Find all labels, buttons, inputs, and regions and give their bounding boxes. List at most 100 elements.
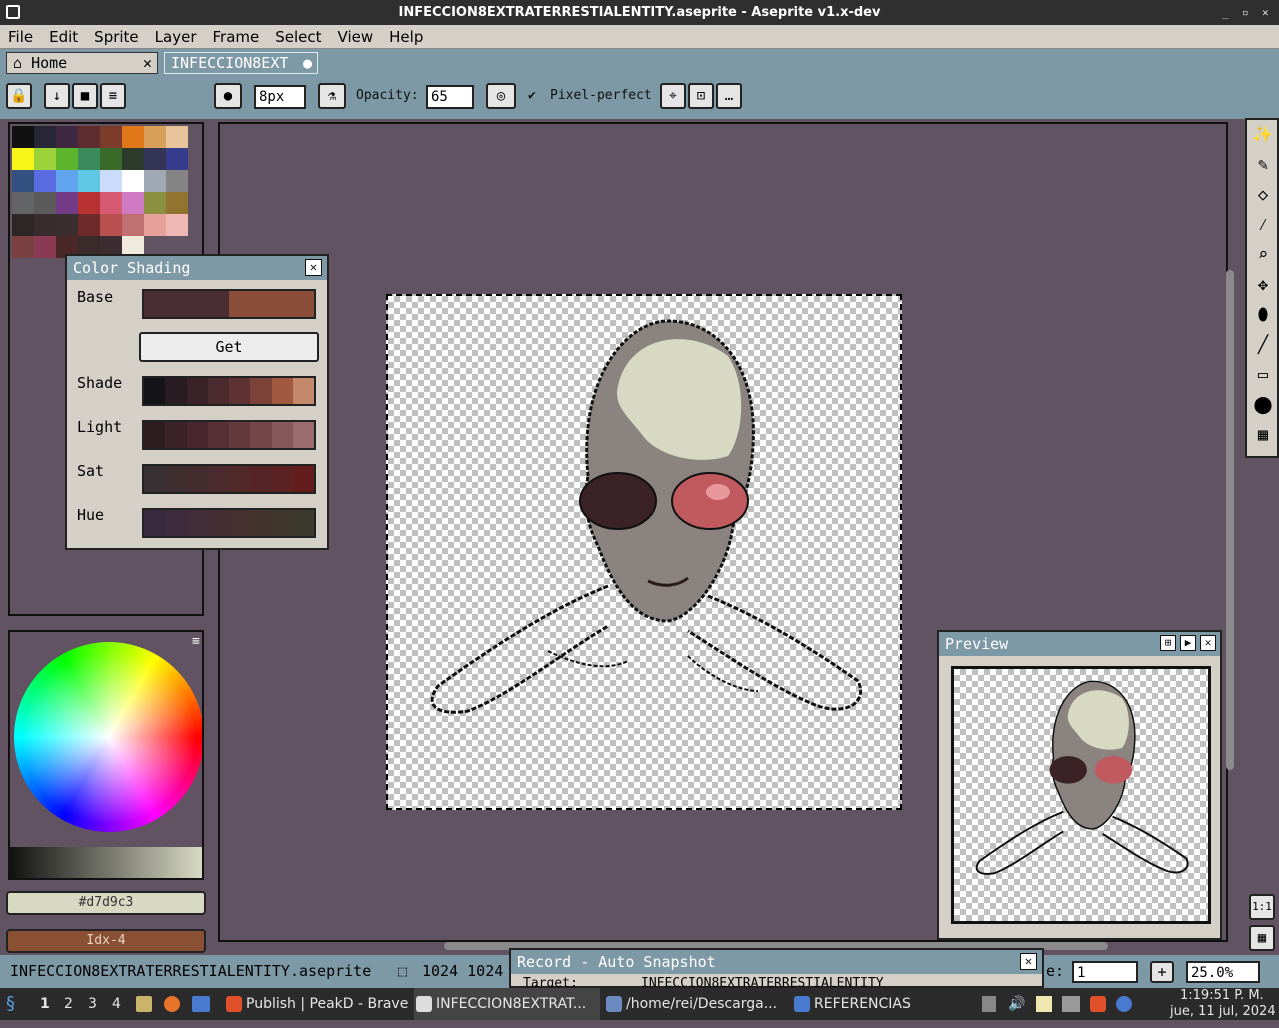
play-icon[interactable]: ▶	[1180, 635, 1196, 651]
palette-swatch[interactable]	[144, 214, 166, 236]
menu-lines-icon[interactable]: ≡	[100, 83, 126, 109]
task-aseprite[interactable]: INFECCION8EXTRAT...	[414, 988, 600, 1020]
shade-ramp-swatch[interactable]	[271, 378, 293, 404]
tab-close-icon[interactable]: ✕	[143, 53, 152, 73]
palette-swatch[interactable]	[12, 170, 34, 192]
value-slider-strip[interactable]	[10, 847, 202, 878]
eraser-icon[interactable]: ◇	[1250, 182, 1276, 208]
add-frame-button[interactable]: +	[1150, 961, 1174, 983]
wheel-menu-icon[interactable]: ≡	[192, 634, 200, 649]
clipboard-icon[interactable]	[982, 996, 996, 1012]
light-ramp-swatch[interactable]	[207, 422, 229, 448]
palette-swatch[interactable]	[144, 126, 166, 148]
background-color-field[interactable]: Idx-4	[6, 929, 206, 953]
palette-swatch[interactable]	[144, 192, 166, 214]
firefox-icon[interactable]	[164, 996, 180, 1012]
actual-size-icon[interactable]: 1:1	[1249, 894, 1275, 920]
workspace-3[interactable]: 3	[88, 988, 97, 1020]
more-options-icon[interactable]: …	[716, 83, 742, 109]
symmetry-options-icon[interactable]: ⊡	[688, 83, 714, 109]
menu-layer[interactable]: Layer	[147, 25, 205, 49]
palette-swatch[interactable]	[166, 126, 188, 148]
light-ramp-swatch[interactable]	[165, 422, 187, 448]
shade-color-ramp[interactable]	[142, 376, 316, 406]
opacity-field[interactable]: 65	[426, 85, 474, 109]
hue-color-ramp[interactable]	[142, 508, 316, 538]
sprite-canvas[interactable]	[386, 294, 902, 810]
palette-swatch[interactable]	[34, 126, 56, 148]
close-icon[interactable]: ✕	[1020, 953, 1037, 970]
brave-tray-icon[interactable]	[1090, 996, 1106, 1012]
brush-size-field[interactable]: 8px	[254, 85, 306, 109]
palette-swatch[interactable]	[122, 126, 144, 148]
palette-swatch[interactable]	[12, 126, 34, 148]
palette-swatch[interactable]	[12, 192, 34, 214]
grid-icon[interactable]: ▦	[1249, 925, 1275, 951]
palette-swatch[interactable]	[34, 214, 56, 236]
base-color-ramp[interactable]	[142, 289, 316, 319]
menu-select[interactable]: Select	[267, 25, 329, 49]
menu-edit[interactable]: Edit	[41, 25, 86, 49]
foreground-color-field[interactable]: #d7d9c3	[6, 891, 206, 915]
palette-swatch[interactable]	[100, 192, 122, 214]
palette-swatch[interactable]	[56, 148, 78, 170]
color-wheel[interactable]	[14, 642, 202, 832]
hue-ramp-swatch[interactable]	[229, 510, 251, 536]
updates-icon[interactable]	[1116, 996, 1132, 1012]
tab-home[interactable]: ⌂ Home ✕	[6, 52, 158, 74]
file-manager-icon[interactable]	[136, 996, 152, 1012]
tab-document[interactable]: INFECCION8EXT ●	[164, 52, 318, 74]
sat-ramp-swatch[interactable]	[144, 466, 166, 492]
volume-icon[interactable]: 🔊	[1008, 988, 1025, 1020]
palette-swatch[interactable]	[100, 214, 122, 236]
terminal-icon[interactable]	[192, 996, 210, 1012]
shade-ramp-swatch[interactable]	[292, 378, 314, 404]
menu-view[interactable]: View	[330, 25, 382, 49]
notes-icon[interactable]	[1036, 996, 1052, 1012]
sat-ramp-swatch[interactable]	[207, 466, 229, 492]
blob-icon[interactable]: ⬤	[1250, 392, 1276, 418]
preview-mode-icon[interactable]: ⊞	[1160, 635, 1176, 651]
palette-swatch[interactable]	[56, 126, 78, 148]
canvas-vertical-scrollbar[interactable]	[1226, 270, 1234, 770]
maximize-button[interactable]: ▫	[1242, 0, 1249, 25]
task-files[interactable]: /home/rei/Descarga...	[604, 988, 790, 1020]
paint-bucket-icon[interactable]: ⬮	[1250, 302, 1276, 328]
palette-swatch[interactable]	[100, 170, 122, 192]
palette-swatch[interactable]	[78, 214, 100, 236]
palette-swatch[interactable]	[78, 126, 100, 148]
palette-swatch[interactable]	[34, 170, 56, 192]
light-ramp-swatch[interactable]	[186, 422, 208, 448]
palette-swatch[interactable]	[100, 126, 122, 148]
palette-swatch[interactable]	[166, 214, 188, 236]
close-icon[interactable]: ✕	[305, 259, 322, 276]
light-ramp-swatch[interactable]	[229, 422, 251, 448]
menu-help[interactable]: Help	[381, 25, 431, 49]
palette-swatch[interactable]	[166, 192, 188, 214]
palette-swatch[interactable]	[122, 192, 144, 214]
palette-swatch[interactable]	[122, 170, 144, 192]
start-menu-icon[interactable]: §	[6, 988, 15, 1020]
pixel-perfect-checkbox[interactable]: ✔	[528, 88, 536, 103]
minimize-button[interactable]: _	[1222, 0, 1229, 25]
shade-ramp-swatch[interactable]	[229, 378, 251, 404]
palette-swatch[interactable]	[12, 214, 34, 236]
menu-sprite[interactable]: Sprite	[86, 25, 147, 49]
sat-ramp-swatch[interactable]	[186, 466, 208, 492]
close-icon[interactable]: ✕	[1200, 635, 1216, 651]
light-ramp-swatch[interactable]	[292, 422, 314, 448]
workspace-1[interactable]: 1	[40, 988, 50, 1020]
zoom-icon[interactable]: ⌕	[1250, 242, 1276, 268]
sat-ramp-swatch[interactable]	[165, 466, 187, 492]
light-color-ramp[interactable]	[142, 420, 316, 450]
palette-swatch[interactable]	[34, 148, 56, 170]
palette-swatch[interactable]	[56, 192, 78, 214]
shade-ramp-swatch[interactable]	[165, 378, 187, 404]
rectangle-icon[interactable]: ▭	[1250, 362, 1276, 388]
task-brave[interactable]: Publish | PeakD - Brave	[224, 988, 410, 1020]
workspace-4[interactable]: 4	[112, 988, 121, 1020]
palette-swatch[interactable]	[56, 214, 78, 236]
pencil-icon[interactable]: ✎	[1250, 152, 1276, 178]
network-icon[interactable]	[1062, 996, 1080, 1012]
dynamics-icon[interactable]: ◎	[486, 83, 516, 109]
